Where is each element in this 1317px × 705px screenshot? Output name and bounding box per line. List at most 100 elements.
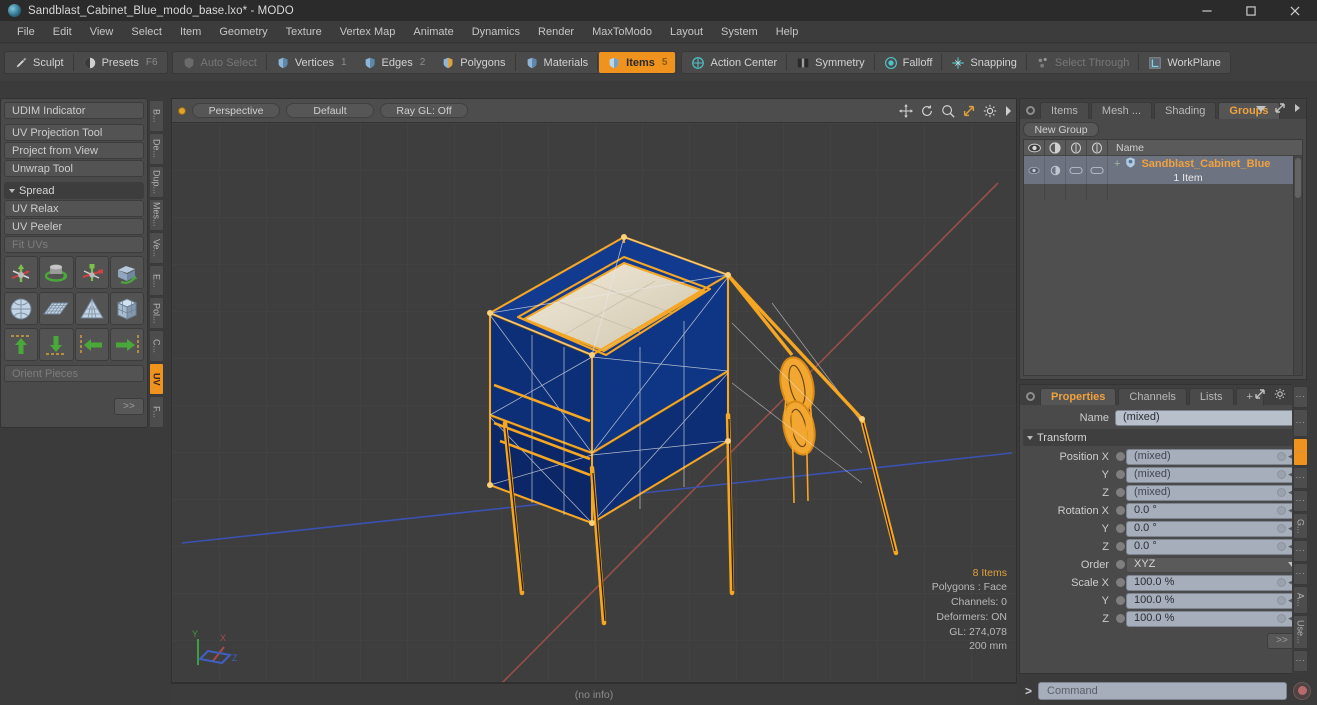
viewport-raygl-selector[interactable]: Ray GL: Off xyxy=(380,103,468,118)
items-button[interactable]: Items 5 xyxy=(599,52,676,73)
keyframe-dot-icon[interactable] xyxy=(1277,470,1286,479)
position-x-field[interactable]: (mixed) ◀▶ xyxy=(1126,448,1303,465)
chevron-right-icon[interactable] xyxy=(1004,105,1012,117)
uv-move-tool-icon[interactable] xyxy=(4,256,39,289)
tab-properties[interactable]: Properties xyxy=(1040,388,1117,405)
uv-peeler-button[interactable]: UV Peeler xyxy=(4,218,144,235)
symmetry-button[interactable]: Symmetry xyxy=(788,52,873,73)
minimize-button[interactable] xyxy=(1185,0,1229,21)
scale-z-radio[interactable] xyxy=(1115,613,1126,624)
tab-shading[interactable]: Shading xyxy=(1154,102,1217,119)
menu-layout[interactable]: Layout xyxy=(661,23,712,41)
edges-button[interactable]: Edges 2 xyxy=(355,52,434,73)
uv-rotate-tool-icon[interactable] xyxy=(39,256,74,289)
chevron-down-icon[interactable] xyxy=(1256,104,1266,116)
falloff-button[interactable]: Falloff xyxy=(876,52,941,73)
select-through-button[interactable]: Select Through xyxy=(1028,52,1137,73)
menu-help[interactable]: Help xyxy=(767,23,808,41)
gear-icon[interactable] xyxy=(1274,388,1286,403)
align-up-icon[interactable] xyxy=(4,328,39,361)
menu-system[interactable]: System xyxy=(712,23,767,41)
left-tab-fusion[interactable]: F... xyxy=(149,396,164,429)
scale-x-field[interactable]: 100.0 % ◀▶ xyxy=(1126,574,1303,591)
menu-animate[interactable]: Animate xyxy=(404,23,462,41)
right-tab-0[interactable]: ⋮ xyxy=(1293,386,1308,408)
uv-flip-tool-icon[interactable] xyxy=(109,256,144,289)
left-panel-run-button[interactable]: >> xyxy=(114,398,144,415)
right-tab-7[interactable]: ⋮ xyxy=(1293,563,1308,585)
keyframe-dot-icon[interactable] xyxy=(1277,506,1286,515)
left-tab-curve[interactable]: C... xyxy=(149,330,164,363)
position-z-field[interactable]: (mixed) ◀▶ xyxy=(1126,484,1303,501)
left-tab-vertex[interactable]: Ve... xyxy=(149,231,164,264)
left-tab-deform[interactable]: De... xyxy=(149,132,164,165)
right-tab-9[interactable]: Use... xyxy=(1293,615,1308,649)
uv-grid-map-icon[interactable] xyxy=(39,292,74,325)
zoom-icon[interactable] xyxy=(941,104,955,118)
row-lock-toggle[interactable] xyxy=(1066,156,1087,184)
unwrap-tool-button[interactable]: Unwrap Tool xyxy=(4,160,144,177)
menu-edit[interactable]: Edit xyxy=(44,23,81,41)
panel-menu-icon[interactable] xyxy=(1026,392,1035,401)
rotation-y-field[interactable]: 0.0 ° ◀▶ xyxy=(1126,520,1303,537)
keyframe-dot-icon[interactable] xyxy=(1277,596,1286,605)
right-tab-8[interactable]: A... xyxy=(1293,586,1308,614)
right-tab-5[interactable]: G... xyxy=(1293,513,1308,539)
render-icon[interactable] xyxy=(1045,140,1066,156)
left-tab-duplicate[interactable]: Dup... xyxy=(149,165,164,198)
move-icon[interactable] xyxy=(899,104,913,118)
menu-dynamics[interactable]: Dynamics xyxy=(463,23,529,41)
scale-x-radio[interactable] xyxy=(1115,577,1126,588)
rotate-icon[interactable] xyxy=(920,104,934,118)
viewport-menu-dot-icon[interactable] xyxy=(178,106,186,115)
uv-scale-tool-icon[interactable] xyxy=(74,256,109,289)
keyframe-dot-icon[interactable] xyxy=(1277,542,1286,551)
fit-icon[interactable] xyxy=(962,104,976,118)
expand-plus-icon[interactable]: + xyxy=(1114,158,1120,170)
keyframe-dot-icon[interactable] xyxy=(1277,488,1286,497)
rotation-x-field[interactable]: 0.0 ° ◀▶ xyxy=(1126,502,1303,519)
record-icon[interactable] xyxy=(1293,681,1311,700)
viewport-perspective-selector[interactable]: Perspective xyxy=(192,103,280,118)
position-y-field[interactable]: (mixed) ◀▶ xyxy=(1126,466,1303,483)
uv-relax-button[interactable]: UV Relax xyxy=(4,200,144,217)
row-render-toggle[interactable] xyxy=(1045,156,1066,184)
materials-button[interactable]: Materials xyxy=(517,52,597,73)
keyframe-dot-icon[interactable] xyxy=(1277,524,1286,533)
right-tab-2[interactable]: ⋮ xyxy=(1293,438,1308,466)
sculpt-button[interactable]: Sculpt xyxy=(6,52,72,73)
menu-select[interactable]: Select xyxy=(122,23,171,41)
scale-y-radio[interactable] xyxy=(1115,595,1126,606)
left-tab-uv[interactable]: UV xyxy=(149,363,164,396)
tab-lists[interactable]: Lists xyxy=(1188,388,1234,405)
right-tab-10[interactable]: ⋮ xyxy=(1293,650,1308,672)
viewport-canvas[interactable]: 8 Items Polygons : Face Channels: 0 Defo… xyxy=(172,123,1016,682)
name-field[interactable]: (mixed) xyxy=(1115,409,1303,426)
udim-indicator-button[interactable]: UDIM Indicator xyxy=(4,102,144,119)
menu-maxtomodo[interactable]: MaxToModo xyxy=(583,23,661,41)
chevron-right-icon[interactable] xyxy=(1294,103,1301,116)
gear-icon[interactable] xyxy=(983,104,997,118)
project-from-view-button[interactable]: Project from View xyxy=(4,142,144,159)
keyframe-dot-icon[interactable] xyxy=(1277,452,1286,461)
align-left-icon[interactable] xyxy=(74,328,109,361)
keyframe-dot-icon[interactable] xyxy=(1277,614,1286,623)
action-center-button[interactable]: Action Center xyxy=(683,52,785,73)
viewport-style-selector[interactable]: Default xyxy=(286,103,374,118)
keyframe-dot-icon[interactable] xyxy=(1277,578,1286,587)
row-visibility-toggle[interactable] xyxy=(1024,156,1045,184)
auto-select-button[interactable]: Auto Select xyxy=(174,52,265,73)
scrollbar-thumb[interactable] xyxy=(1295,158,1301,198)
orient-pieces-button[interactable]: Orient Pieces xyxy=(4,365,144,382)
table-row[interactable]: + Sandblast_Cabinet_Blue 1 Item xyxy=(1024,156,1302,184)
uv-cone-map-icon[interactable] xyxy=(74,292,109,325)
eye-icon[interactable] xyxy=(1024,140,1045,156)
right-tab-1[interactable]: ⋮ xyxy=(1293,409,1308,437)
snapping-button[interactable]: Snapping xyxy=(943,52,1025,73)
fit-uvs-button[interactable]: Fit UVs xyxy=(4,236,144,253)
uv-box-map-icon[interactable] xyxy=(109,292,144,325)
polygons-button[interactable]: Polygons xyxy=(433,52,513,73)
rotation-y-radio[interactable] xyxy=(1115,523,1126,534)
menu-file[interactable]: File xyxy=(8,23,44,41)
rotation-z-radio[interactable] xyxy=(1115,541,1126,552)
